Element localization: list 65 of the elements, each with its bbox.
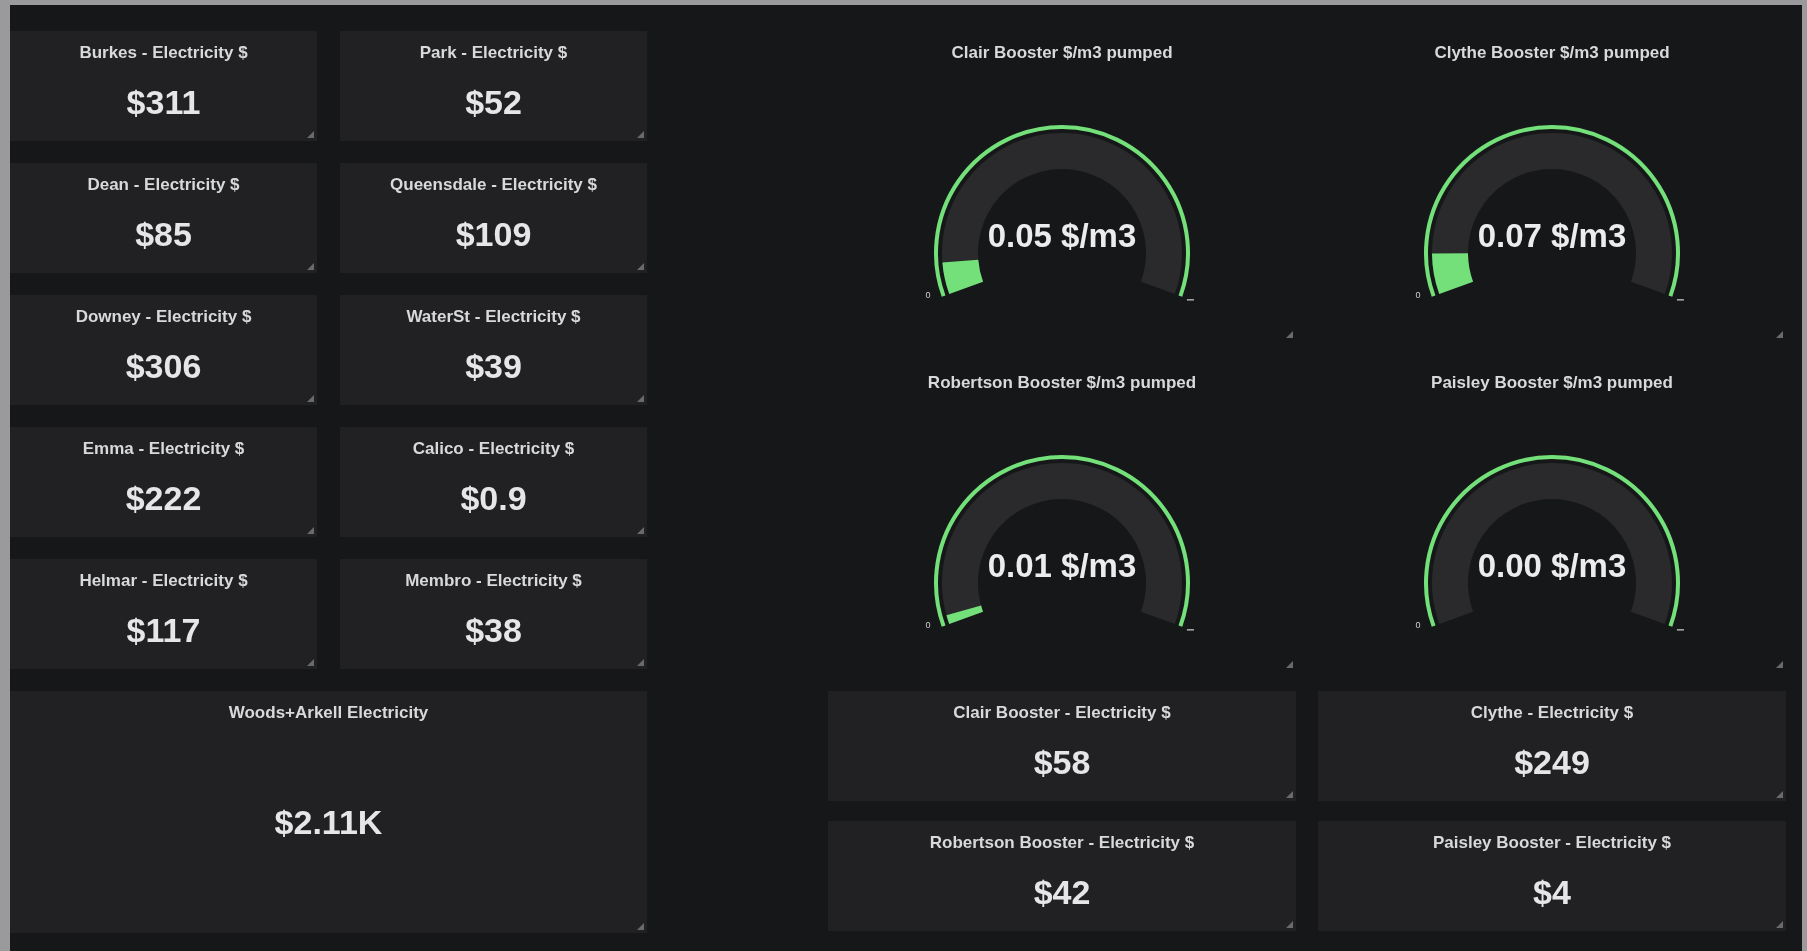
gauge-min-label: 0 [1415,289,1421,300]
stat-value: $306 [125,347,202,386]
panel-title: Clair Booster - Electricity $ [953,703,1171,723]
panel-title: Clair Booster $/m3 pumped [951,43,1173,63]
stat-value: $222 [125,479,202,518]
panel-title: Helmar - Electricity $ [79,571,248,591]
panel-title: WaterSt - Electricity $ [406,307,581,327]
panel-title: Dean - Electricity $ [87,175,240,195]
stat-value: $52 [465,83,522,122]
resize-handle-icon[interactable] [1286,661,1293,668]
panel-title: Membro - Electricity $ [405,571,582,591]
resize-handle-icon[interactable] [1776,791,1783,798]
gauge-value: 0.01 $/m3 [987,547,1137,584]
panel-title: Park - Electricity $ [419,43,568,63]
resize-handle-icon[interactable] [307,659,314,666]
gauge-min-label: 0 [1415,619,1421,630]
stat-value: $58 [1033,743,1091,782]
gauge-max-tick [1186,299,1195,301]
gauge-value: 0.05 $/m3 [987,217,1137,254]
resize-handle-icon[interactable] [1776,661,1783,668]
resize-handle-icon[interactable] [1286,921,1293,928]
gauge-value: 0.07 $/m3 [1477,217,1627,254]
panel-title: Downey - Electricity $ [75,307,252,327]
stat-value: $249 [1514,743,1590,782]
stat-value: $311 [126,83,201,122]
stat-value: $39 [465,347,522,386]
panel-title: Calico - Electricity $ [412,439,575,459]
stat-value: $0.9 [460,479,527,518]
panel-title: Queensdale - Electricity $ [390,175,597,195]
resize-handle-icon[interactable] [637,131,644,138]
panel-title: Clythe Booster $/m3 pumped [1434,43,1670,63]
resize-handle-icon[interactable] [307,527,314,534]
stat-value: $117 [126,611,201,650]
resize-handle-icon[interactable] [1286,791,1293,798]
panel-title: Paisley Booster $/m3 pumped [1431,373,1673,393]
panel-title: Paisley Booster - Electricity $ [1432,833,1672,853]
stat-value: $2.11K [274,803,383,842]
stat-value: $4 [1533,873,1571,912]
panel-title: Clythe - Electricity $ [1470,703,1634,723]
gauge-value: 0.00 $/m3 [1477,547,1627,584]
gauge-min-label: 0 [925,619,931,630]
stat-value: $38 [465,611,522,650]
resize-handle-icon[interactable] [637,263,644,270]
stat-value: $85 [135,215,192,254]
resize-handle-icon[interactable] [1776,921,1783,928]
panel-title: Emma - Electricity $ [82,439,245,459]
gauge-max-tick [1186,629,1195,631]
resize-handle-icon[interactable] [1776,331,1783,338]
resize-handle-icon[interactable] [1286,331,1293,338]
resize-handle-icon[interactable] [637,395,644,402]
gauge-min-label: 0 [925,289,931,300]
gauge-max-tick [1676,299,1685,301]
resize-handle-icon[interactable] [637,659,644,666]
resize-handle-icon[interactable] [637,923,644,930]
stat-value: $109 [455,215,532,254]
resize-handle-icon[interactable] [637,527,644,534]
resize-handle-icon[interactable] [307,263,314,270]
panel-title: Robertson Booster - Electricity $ [929,833,1195,853]
panel-title: Robertson Booster $/m3 pumped [927,373,1197,393]
resize-handle-icon[interactable] [307,395,314,402]
stat-value: $42 [1033,873,1091,912]
panel-title: Burkes - Electricity $ [79,43,248,63]
gauge-max-tick [1676,629,1685,631]
panel-title: Woods+Arkell Electricity [228,703,429,723]
resize-handle-icon[interactable] [307,131,314,138]
